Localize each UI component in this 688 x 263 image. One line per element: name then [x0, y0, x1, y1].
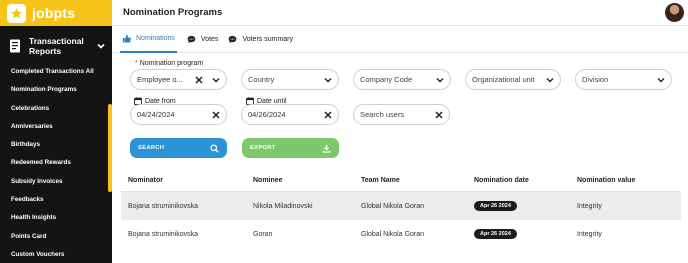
avatar[interactable] [665, 3, 684, 22]
tab-nominations[interactable]: Nominations [120, 26, 177, 53]
chat-icon [229, 35, 237, 43]
column-header-nominee[interactable]: Nominee [253, 177, 361, 184]
sidebar-item-custom-vouchers[interactable]: Custom Vouchers [0, 246, 112, 263]
tab-label: Voters summary [242, 35, 294, 43]
sidebar-section-transactional-reports[interactable]: Transactional Reports [0, 26, 112, 62]
tab-votes[interactable]: Votes [187, 26, 219, 53]
page-title: Nomination Programs [123, 7, 223, 18]
logo-bar[interactable]: jobpts [0, 0, 112, 26]
tab-voters-summary[interactable]: Voters summary [228, 26, 293, 53]
table-row[interactable]: Bojana struminikovska Goran Global Nikol… [121, 220, 681, 248]
tab-bar: Nominations Votes Voters summary [112, 26, 688, 53]
chevron-down-icon[interactable] [324, 76, 332, 84]
table-row[interactable]: Bojana struminikovska Nikola Miladinovsk… [121, 192, 681, 220]
search-button[interactable]: SEARCH [130, 138, 227, 158]
cell-nominator: Bojana struminikovska [128, 202, 199, 210]
chevron-down-icon[interactable] [546, 76, 554, 84]
sidebar-item-feedbacks[interactable]: Feedbacks [0, 191, 112, 209]
sidebar-item-points-card[interactable]: Points Card [0, 228, 112, 246]
company-code-select[interactable]: Company Code [353, 69, 451, 90]
cell-nominee: Nikola Miladinovski [253, 202, 313, 210]
date-until-input[interactable]: 04/26/2024 [241, 104, 339, 125]
sidebar-items: Completed Transactions All Nomination Pr… [0, 63, 112, 263]
nomination-program-value: Employee o... [137, 75, 183, 84]
cell-team-name: Global Nikola Goran [361, 230, 425, 238]
search-icon [210, 143, 219, 153]
logo-text: jobpts [32, 5, 76, 21]
organizational-unit-placeholder: Organizational unit [472, 75, 535, 84]
cell-nominator: Bojana struminikovska [128, 230, 199, 238]
sidebar-scrollbar[interactable] [108, 104, 112, 192]
clear-icon[interactable] [435, 110, 443, 119]
chevron-down-icon[interactable] [212, 76, 220, 84]
nomination-program-label: * Nomination program [135, 60, 204, 67]
search-users-placeholder: Search users [360, 110, 405, 119]
chevron-down-icon[interactable] [436, 76, 444, 84]
chevron-down-icon[interactable] [657, 76, 665, 84]
date-from-value: 04/24/2024 [137, 110, 175, 119]
sidebar-item-nomination-programs[interactable]: Nomination Programs [0, 81, 112, 99]
sidebar-item-anniversaries[interactable]: Anniversaries [0, 118, 112, 136]
cell-nomination-value: Integrity [577, 230, 602, 238]
date-badge: Apr 26 2024 [474, 229, 517, 239]
country-select[interactable]: Country [241, 69, 339, 90]
company-code-placeholder: Company Code [360, 75, 413, 84]
cell-team-name: Global Nikola Goran [361, 202, 425, 210]
date-from-input[interactable]: 04/24/2024 [130, 104, 227, 125]
main-header: Nomination Programs [112, 0, 688, 26]
date-until-value: 04/26/2024 [248, 110, 286, 119]
division-select[interactable]: Division [575, 69, 672, 90]
chat-icon [187, 35, 196, 43]
download-icon [322, 144, 331, 153]
sidebar-item-birthdays[interactable]: Birthdays [0, 136, 112, 154]
chevron-down-icon [97, 43, 105, 49]
tab-label: Votes [200, 35, 219, 43]
sidebar-item-completed-transactions-all[interactable]: Completed Transactions All [0, 63, 112, 81]
required-mark: * [135, 60, 138, 67]
export-button[interactable]: EXPORT [242, 138, 339, 158]
column-header-nominator[interactable]: Nominator [121, 177, 253, 184]
cell-nomination-value: Integrity [577, 202, 602, 210]
column-header-team-name[interactable]: Team Name [361, 177, 474, 184]
sidebar-item-celebrations[interactable]: Celebrations [0, 100, 112, 118]
document-icon [10, 39, 20, 53]
sidebar-item-subsidy-invoices[interactable]: Subsidy Invoices [0, 173, 112, 191]
clear-icon[interactable] [212, 110, 220, 119]
organizational-unit-select[interactable]: Organizational unit [465, 69, 561, 90]
sidebar-item-redeemed-rewards[interactable]: Redeemed Rewards [0, 154, 112, 172]
tab-label: Nominations [136, 34, 175, 42]
division-placeholder: Division [582, 75, 609, 84]
nomination-program-select[interactable]: Employee o... [130, 69, 227, 90]
sidebar: jobpts Transactional Reports Completed T… [0, 0, 112, 263]
cell-nominee: Goran [253, 230, 273, 238]
cell-nomination-date: Apr 26 2024 [474, 201, 577, 211]
column-header-nomination-value[interactable]: Nomination value [577, 177, 681, 184]
search-users-input[interactable]: Search users [353, 104, 450, 125]
clear-icon[interactable] [195, 75, 203, 84]
search-button-label: SEARCH [138, 145, 165, 151]
table-header: Nominator Nominee Team Name Nomination d… [121, 170, 681, 192]
date-badge: Apr 26 2024 [474, 201, 517, 211]
clear-icon[interactable] [324, 110, 332, 119]
country-placeholder: Country [248, 75, 275, 84]
cell-nomination-date: Apr 26 2024 [474, 229, 577, 239]
sidebar-item-health-insights[interactable]: Health Insights [0, 209, 112, 227]
thumbs-up-icon [122, 34, 131, 43]
column-header-nomination-date[interactable]: Nomination date [474, 177, 577, 184]
sidebar-section-title: Transactional Reports [29, 36, 84, 56]
export-button-label: EXPORT [250, 145, 276, 151]
logo-icon [7, 3, 26, 23]
nominations-table: Nominator Nominee Team Name Nomination d… [121, 170, 681, 248]
